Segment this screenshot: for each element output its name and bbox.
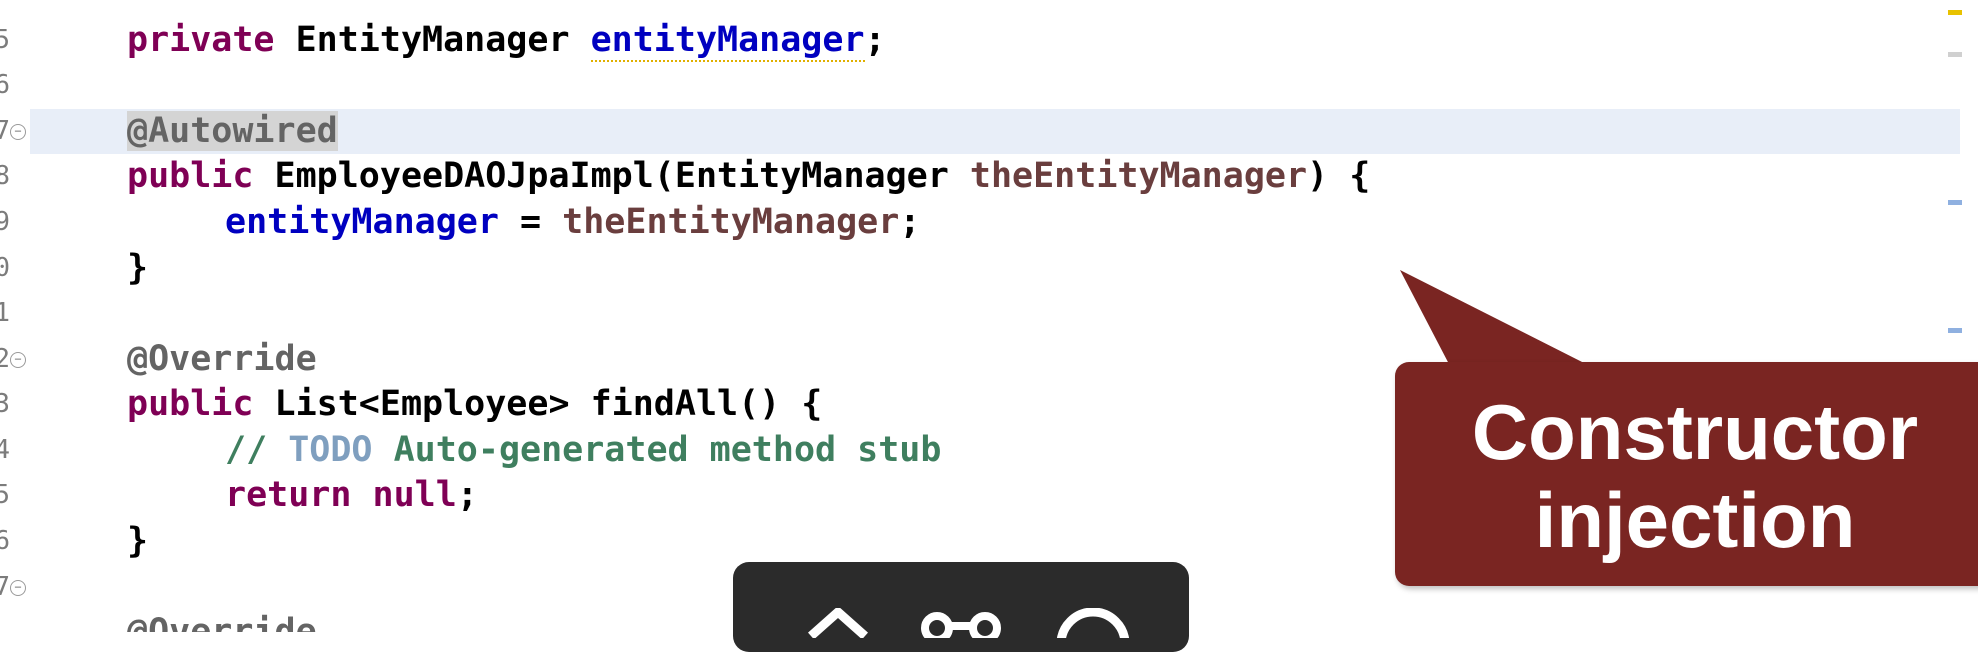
- annotation: @Override: [127, 339, 317, 379]
- callout-line: Constructor: [1471, 388, 1919, 476]
- punctuation: ;: [864, 20, 886, 60]
- line-number: 3: [0, 389, 10, 419]
- code-line[interactable]: public List<Employee> findAll() {: [127, 382, 822, 427]
- line-number: 0: [0, 253, 10, 283]
- keyword: null: [372, 475, 457, 515]
- line-number: 6: [0, 526, 10, 556]
- annotation: @Override: [127, 612, 317, 632]
- line-number: 4: [0, 435, 10, 465]
- floating-toolbar[interactable]: [733, 562, 1189, 652]
- constructor-signature: EmployeeDAOJpaImpl(EntityManager: [253, 156, 970, 196]
- keyword: public: [127, 384, 254, 424]
- up-arrow-icon[interactable]: [803, 608, 873, 638]
- callout-pointer: [1400, 270, 1590, 366]
- code-line[interactable]: // TODO Auto-generated method stub: [225, 428, 941, 473]
- punctuation: ) {: [1307, 156, 1371, 196]
- line-number: 5: [0, 25, 10, 55]
- code-line[interactable]: }: [127, 246, 148, 291]
- code-line[interactable]: @Override: [127, 337, 317, 382]
- line-number: 2: [0, 344, 10, 374]
- callout-bubble: Constructor injection: [1395, 362, 1978, 586]
- code-line[interactable]: public EmployeeDAOJpaImpl(EntityManager …: [127, 154, 1370, 199]
- todo-tag: TODO: [288, 430, 373, 470]
- line-number: 9: [0, 207, 10, 237]
- overview-ruler-mark[interactable]: [1948, 200, 1962, 205]
- fold-collapse-icon[interactable]: −: [10, 580, 26, 596]
- parameter-name: theEntityManager: [969, 156, 1308, 196]
- code-line[interactable]: }: [127, 519, 148, 564]
- field-name: entityManager: [225, 202, 499, 242]
- comment-text: Auto-generated method stub: [372, 430, 942, 470]
- code-line[interactable]: return null;: [225, 473, 478, 518]
- type-name: EntityManager: [274, 20, 591, 60]
- punctuation: ;: [899, 202, 921, 242]
- comment-slashes: //: [225, 430, 289, 470]
- code-line[interactable]: private EntityManager entityManager;: [127, 18, 886, 63]
- overview-ruler-mark[interactable]: [1948, 328, 1962, 333]
- line-number: 5: [0, 480, 10, 510]
- overview-ruler-mark[interactable]: [1948, 52, 1962, 57]
- method-signature: List<Employee> findAll() {: [253, 384, 823, 424]
- line-number: 7: [0, 116, 10, 146]
- keyword: public: [127, 156, 254, 196]
- keyword: return: [225, 475, 352, 515]
- code-line[interactable]: entityManager = theEntityManager;: [225, 200, 920, 245]
- line-number: 1: [0, 298, 10, 328]
- line-number: 7: [0, 572, 10, 602]
- code-line[interactable]: @Autowired: [127, 109, 338, 154]
- punctuation: ;: [456, 475, 478, 515]
- closing-brace: }: [127, 521, 149, 561]
- keyword: private: [127, 20, 275, 60]
- fold-collapse-icon[interactable]: −: [10, 352, 26, 368]
- callout-line: injection: [1534, 476, 1856, 564]
- field-name: entityManager: [590, 20, 865, 62]
- annotation: @Autowired: [127, 111, 338, 151]
- closing-brace: }: [127, 248, 149, 288]
- operator: =: [498, 202, 563, 242]
- overview-ruler-warning-mark[interactable]: [1948, 10, 1962, 15]
- circle-icon[interactable]: [1053, 608, 1133, 638]
- code-line[interactable]: @Override: [127, 610, 317, 632]
- line-number: 6: [0, 70, 10, 100]
- command-icon[interactable]: [921, 608, 1001, 638]
- line-number: 8: [0, 161, 10, 191]
- parameter-name: theEntityManager: [562, 202, 900, 242]
- fold-collapse-icon[interactable]: −: [10, 124, 26, 140]
- callout-text: Constructor injection: [1395, 388, 1978, 564]
